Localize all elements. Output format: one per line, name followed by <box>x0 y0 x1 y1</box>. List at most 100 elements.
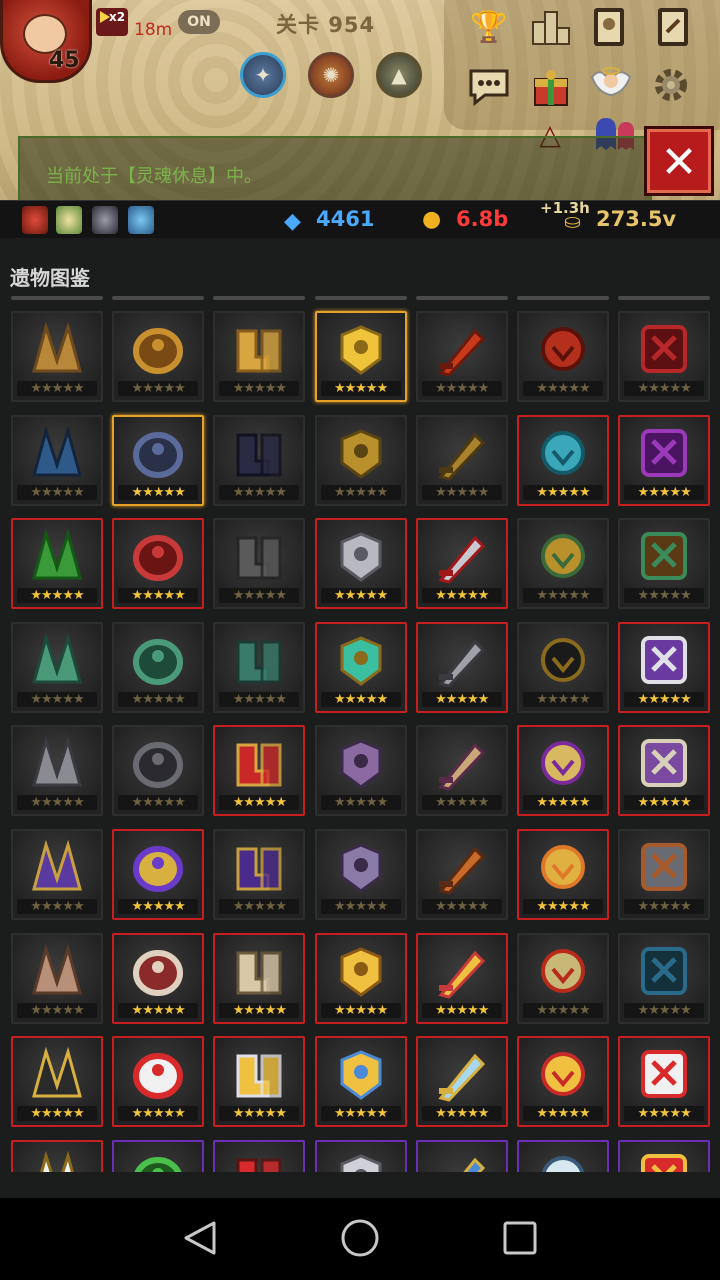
clover-pendant-relic[interactable]: ★★★★★ <box>618 518 711 610</box>
golden-bow-relic[interactable]: ★★★★★ <box>314 311 407 402</box>
golden-wings-relic-icon <box>32 321 82 373</box>
green-leaf-relic[interactable]: ★★★★★ <box>112 1139 205 1172</box>
fur-boots-relic[interactable]: ★★★★★ <box>415 829 508 920</box>
red-horned-helm-relic[interactable]: ★★★★★ <box>415 518 508 610</box>
winged-crest-relic[interactable]: ★★★★★ <box>517 725 609 817</box>
spirit-orb-icon[interactable]: ✦ <box>240 52 286 98</box>
sun-medallion-relic[interactable]: ★★★★★ <box>314 932 407 1024</box>
relic-grid[interactable]: ★★★★★ ★★★★★ ★★★★★ ★★★★★ ★★★★★ ★★★★★ ★★★★★ ★★★★★… <box>0 292 720 1172</box>
green-armor-relic[interactable]: ★★★★★ <box>112 621 205 713</box>
blue-orb-staff-relic[interactable]: ★★★★★ <box>415 1139 508 1172</box>
relic-row-divider <box>517 296 609 300</box>
dragon-blade-relic[interactable]: ★★★★★ <box>618 932 711 1024</box>
cyan-axe-card-relic[interactable]: ★★★★★ <box>517 414 609 506</box>
horned-skull-staff-relic[interactable]: ★★★★★ <box>314 829 407 920</box>
green-boots-relic[interactable]: ★★★★★ <box>11 621 103 713</box>
silver-blade-relic[interactable]: ★★★★★ <box>517 1139 609 1172</box>
ram-skull-helm-relic[interactable]: ★★★★★ <box>213 932 306 1024</box>
bone-boots-relic[interactable]: ★★★★★ <box>11 932 103 1024</box>
player-avatar[interactable]: 45 <box>0 0 92 83</box>
home-icon[interactable] <box>340 1218 380 1258</box>
medal-count: 6.8b <box>456 207 509 231</box>
gold-serpent-relic[interactable]: ★★★★★ <box>314 414 407 506</box>
red-sword-card-relic[interactable]: ★★★★★ <box>112 518 205 610</box>
skull-boots-relic[interactable]: ★★★★★ <box>112 414 205 506</box>
green-arrow-card-relic[interactable]: ★★★★★ <box>11 518 103 610</box>
crystal-mace-relic[interactable]: ★★★★★ <box>314 621 407 713</box>
hero-knight-icon[interactable] <box>92 206 118 234</box>
hero-red-icon[interactable] <box>22 206 48 234</box>
skull-shield-relic[interactable]: ★★★★★ <box>618 725 711 817</box>
golden-robe-relic[interactable]: ★★★★★ <box>11 1036 103 1128</box>
horned-hood-relic-icon <box>236 433 282 477</box>
fire-sword-relic[interactable]: ★★★★★ <box>517 932 609 1024</box>
recents-icon[interactable] <box>502 1220 538 1256</box>
antler-helm-relic[interactable]: ★★★★★ <box>213 621 306 713</box>
back-icon[interactable] <box>180 1220 220 1256</box>
violet-horn-helm-relic[interactable]: ★★★★★ <box>213 829 306 920</box>
gold-ring-relic[interactable]: ★★★★★ <box>112 311 205 402</box>
hero-robot-icon[interactable] <box>128 206 154 234</box>
heart-amulet-relic[interactable]: ★★★★★ <box>415 932 508 1024</box>
bat-amulet-relic[interactable]: ★★★★★ <box>415 414 508 506</box>
red-armor-relic[interactable]: ★★★★★ <box>618 1036 711 1128</box>
angel-helm-relic[interactable]: ★★★★★ <box>314 1036 407 1128</box>
red-gem-relic[interactable]: ★★★★★ <box>213 1139 306 1172</box>
speed-boost-icon[interactable]: x2 <box>96 8 128 36</box>
violet-armor-relic[interactable]: ★★★★★ <box>112 829 205 920</box>
demon-mask-relic[interactable]: ★★★★★ <box>517 311 609 402</box>
dark-gauntlets-relic[interactable]: ★★★★★ <box>213 518 306 610</box>
star-rating: ★★★★★ <box>624 795 705 811</box>
fire-orb-icon[interactable]: ✺ <box>308 52 354 98</box>
speed-boost-timer: 18m <box>134 20 173 40</box>
silver-crown-relic[interactable]: ★★★★★ <box>314 1139 407 1172</box>
fur-hood-relic-icon <box>641 843 688 891</box>
silver-armor-relic[interactable]: ★★★★★ <box>314 518 407 610</box>
flame-wings-relic-icon <box>438 328 485 377</box>
star-rating: ★★★★★ <box>320 588 401 604</box>
white-boots-relic[interactable]: ★★★★★ <box>618 621 711 713</box>
feather-crown-relic[interactable]: ★★★★★ <box>415 725 508 817</box>
red-boots-relic[interactable]: ★★★★★ <box>112 1036 205 1128</box>
gift-box-icon[interactable] <box>528 64 574 110</box>
spiked-helm-relic[interactable]: ★★★★★ <box>112 725 205 817</box>
red-spear-relic[interactable]: ★★★★★ <box>213 725 306 817</box>
speed-multiplier: x2 <box>108 10 126 24</box>
scroll-icon[interactable] <box>586 4 632 50</box>
medal-icon: ● <box>422 207 442 232</box>
iron-armor-relic[interactable]: ★★★★★ <box>11 725 103 817</box>
book-icon[interactable] <box>650 4 696 50</box>
flame-wings-relic[interactable]: ★★★★★ <box>415 311 508 402</box>
fur-hood-relic[interactable]: ★★★★★ <box>618 829 711 920</box>
gold-boots-relic[interactable]: ★★★★★ <box>213 311 306 402</box>
violet-boots-relic[interactable]: ★★★★★ <box>11 829 103 920</box>
white-wing-relic[interactable]: ★★★★★ <box>11 1139 103 1172</box>
chat-icon[interactable] <box>466 64 512 110</box>
gear-icon[interactable] <box>648 62 694 108</box>
gold-fur-armor-relic[interactable]: ★★★★★ <box>517 829 609 920</box>
gold-horn-relic[interactable]: ★★★★★ <box>618 1139 711 1172</box>
angel-icon[interactable] <box>588 62 634 108</box>
gold-mace-relic[interactable]: ★★★★★ <box>517 1036 609 1128</box>
jade-ring-relic[interactable]: ★★★★★ <box>517 518 609 610</box>
star-rating: ★★★★★ <box>523 1106 603 1122</box>
crimson-blade-relic[interactable]: ★★★★★ <box>618 311 711 402</box>
gold-fur-armor-relic-icon <box>541 845 585 889</box>
ice-sword-relic[interactable]: ★★★★★ <box>415 1036 508 1128</box>
podium-icon[interactable] <box>528 4 574 50</box>
trophy-icon[interactable]: 🏆 <box>466 4 512 50</box>
star-rating: ★★★★★ <box>17 1106 97 1122</box>
dark-cape-relic[interactable]: ★★★★★ <box>11 414 103 506</box>
golden-boots-relic[interactable]: ★★★★★ <box>213 1036 306 1128</box>
auto-toggle[interactable]: ON <box>178 10 220 34</box>
black-cape-relic[interactable]: ★★★★★ <box>517 621 609 713</box>
stone-orb-icon[interactable]: ▲ <box>376 52 422 98</box>
horned-hood-relic[interactable]: ★★★★★ <box>213 414 306 506</box>
bone-armor-relic[interactable]: ★★★★★ <box>112 932 205 1024</box>
close-button[interactable]: ✕ <box>644 126 714 196</box>
purple-claw-relic[interactable]: ★★★★★ <box>314 725 407 817</box>
spiked-ring-relic[interactable]: ★★★★★ <box>415 621 508 713</box>
hero-green-icon[interactable] <box>56 206 82 234</box>
golden-wings-relic[interactable]: ★★★★★ <box>11 311 103 402</box>
purple-skull-card-relic[interactable]: ★★★★★ <box>618 414 711 506</box>
